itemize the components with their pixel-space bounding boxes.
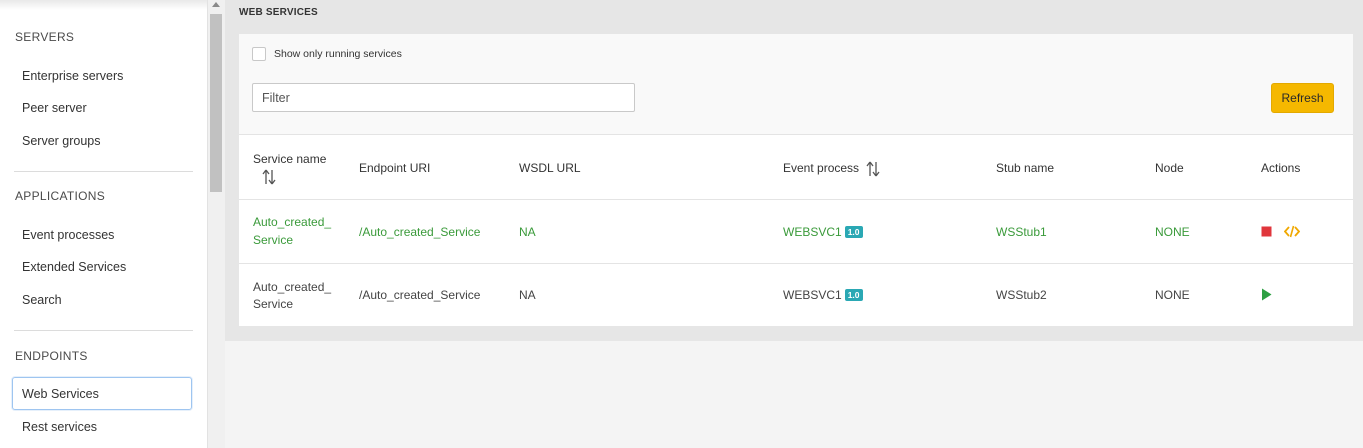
code-icon[interactable] [1284,225,1300,238]
table-header-divider [239,199,1353,200]
show-running-label[interactable]: Show only running services [274,48,402,60]
node: NONE [1155,225,1190,239]
sidebar-scrollbar[interactable] [207,0,225,448]
column-header-endpoint-uri: Endpoint URI [359,161,431,175]
column-header-service-name[interactable]: Service name [253,152,326,166]
sidebar-item-extended-services[interactable]: Extended Services [22,260,126,274]
version-badge: 1.0 [844,226,863,238]
sidebar-item-rest-services[interactable]: Rest services [22,420,97,434]
play-icon[interactable] [1261,288,1272,301]
service-name-line1[interactable]: Auto_created_ [253,215,331,229]
service-name-line2[interactable]: Service [253,297,293,311]
sort-service-name-icon[interactable] [262,169,276,185]
column-header-node: Node [1155,161,1184,175]
sidebar-item-web-services[interactable]: Web Services [22,387,99,401]
column-header-event-process[interactable]: Event process [783,161,859,175]
event-process-name: WEBSVC1 [783,288,842,302]
wsdl-url: NA [519,225,536,239]
section-title-applications: APPLICATIONS [15,189,106,203]
sidebar-divider [14,330,193,331]
section-title-endpoints: ENDPOINTS [15,349,88,363]
endpoint-uri: /Auto_created_Service [359,225,481,239]
scrollbar-thumb[interactable] [210,14,222,192]
stub-name: WSStub1 [996,225,1047,239]
sidebar-item-event-processes[interactable]: Event processes [22,228,114,242]
sort-event-process-icon[interactable] [866,161,880,177]
event-process: WEBSVC1 1.0 [783,225,863,239]
main-empty-area [225,341,1363,448]
endpoint-uri: /Auto_created_Service [359,288,481,302]
show-running-checkbox[interactable] [252,47,266,61]
sidebar-item-enterprise-servers[interactable]: Enterprise servers [22,69,123,83]
service-name-line1[interactable]: Auto_created_ [253,280,331,294]
section-title-servers: SERVERS [15,30,75,44]
stub-name: WSStub2 [996,288,1047,302]
scroll-up-arrow-icon[interactable] [212,2,220,7]
event-process: WEBSVC1 1.0 [783,288,863,302]
node: NONE [1155,288,1190,302]
sidebar-divider [14,171,193,172]
wsdl-url: NA [519,288,536,302]
filter-input[interactable] [252,83,635,112]
version-badge: 1.0 [844,289,863,301]
sidebar-item-server-groups[interactable]: Server groups [22,134,101,148]
sidebar-top-shade [0,0,207,10]
column-header-wsdl-url: WSDL URL [519,161,581,175]
stop-icon[interactable] [1261,226,1272,237]
page-title: WEB SERVICES [239,7,318,18]
event-process-name: WEBSVC1 [783,225,842,239]
service-name-line2[interactable]: Service [253,233,293,247]
column-header-stub-name: Stub name [996,161,1055,175]
refresh-button[interactable]: Refresh [1271,83,1334,113]
sidebar-item-peer-server[interactable]: Peer server [22,101,87,115]
sidebar: SERVERS Enterprise servers Peer server S… [0,0,207,448]
sidebar-item-search[interactable]: Search [22,293,62,307]
table-row-divider [239,263,1353,264]
column-header-actions: Actions [1261,161,1301,175]
